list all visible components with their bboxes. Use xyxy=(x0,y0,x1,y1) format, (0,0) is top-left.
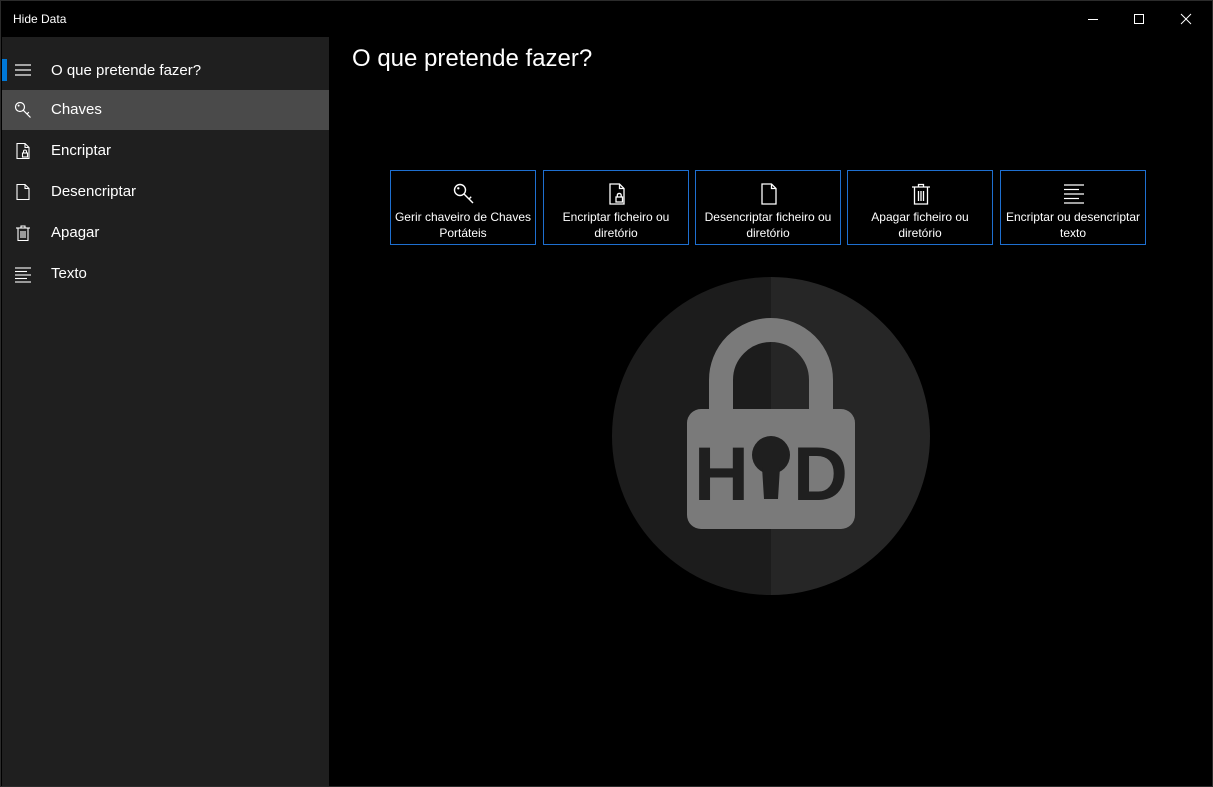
sidebar-item-label: O que pretende fazer? xyxy=(51,62,202,79)
sidebar-item-desencriptar[interactable]: Desencriptar xyxy=(2,172,329,212)
maximize-button[interactable] xyxy=(1116,1,1162,37)
svg-text:D: D xyxy=(793,432,848,517)
text-align-icon xyxy=(15,267,31,283)
delete-file-button[interactable]: Apagar ficheiro ou diretório xyxy=(847,170,993,245)
sidebar-item-menu[interactable]: O que pretende fazer? xyxy=(2,50,329,90)
text-align-icon xyxy=(1064,184,1084,204)
maximize-icon xyxy=(1134,14,1144,24)
sidebar-item-texto[interactable]: Texto xyxy=(2,254,329,294)
minimize-icon xyxy=(1088,19,1098,20)
action-label: Gerir chaveiro de Chaves Portáteis xyxy=(394,210,532,240)
key-icon xyxy=(453,183,474,204)
manage-keyring-button[interactable]: Gerir chaveiro de Chaves Portáteis xyxy=(390,170,536,245)
encrypt-file-icon xyxy=(16,142,30,160)
minimize-button[interactable] xyxy=(1070,1,1116,37)
encrypt-file-icon xyxy=(609,183,625,205)
file-icon xyxy=(761,183,777,205)
sidebar-item-label: Desencriptar xyxy=(51,183,137,200)
main-content: O que pretende fazer? Gerir chaveiro de … xyxy=(329,37,1212,786)
action-label: Encriptar ficheiro ou diretório xyxy=(562,210,670,240)
sidebar-item-encriptar[interactable]: Encriptar xyxy=(2,131,329,171)
sidebar-item-label: Encriptar xyxy=(51,142,112,159)
sidebar-item-label: Chaves xyxy=(51,101,102,118)
sidebar-item-chaves[interactable]: Chaves xyxy=(2,90,329,130)
trash-icon xyxy=(912,183,930,205)
selection-indicator xyxy=(2,59,7,81)
app-window: Hide Data O que pretende fazer? Chaves E… xyxy=(0,0,1213,787)
decrypt-file-button[interactable]: Desencriptar ficheiro ou diretório xyxy=(695,170,841,245)
page-title: O que pretende fazer? xyxy=(352,45,593,72)
sidebar: O que pretende fazer? Chaves Encriptar D… xyxy=(2,37,329,786)
svg-text:H: H xyxy=(694,432,749,517)
close-button[interactable] xyxy=(1163,1,1209,37)
sidebar-item-label: Apagar xyxy=(51,224,100,241)
padlock-logo: H D xyxy=(612,277,930,595)
title-bar[interactable]: Hide Data xyxy=(1,1,1212,37)
encrypt-file-button[interactable]: Encriptar ficheiro ou diretório xyxy=(543,170,689,245)
sidebar-item-label: Texto xyxy=(51,265,87,282)
file-icon xyxy=(16,183,30,201)
window-title: Hide Data xyxy=(13,12,67,26)
trash-icon xyxy=(16,225,30,242)
sidebar-item-apagar[interactable]: Apagar xyxy=(2,213,329,253)
action-label: Apagar ficheiro ou diretório xyxy=(871,210,969,240)
key-icon xyxy=(14,101,31,118)
action-label: Encriptar ou desencriptar texto xyxy=(1005,210,1141,240)
hamburger-icon xyxy=(15,64,31,76)
close-icon xyxy=(1180,13,1192,25)
encrypt-text-button[interactable]: Encriptar ou desencriptar texto xyxy=(1000,170,1146,245)
action-label: Desencriptar ficheiro ou diretório xyxy=(704,210,832,240)
